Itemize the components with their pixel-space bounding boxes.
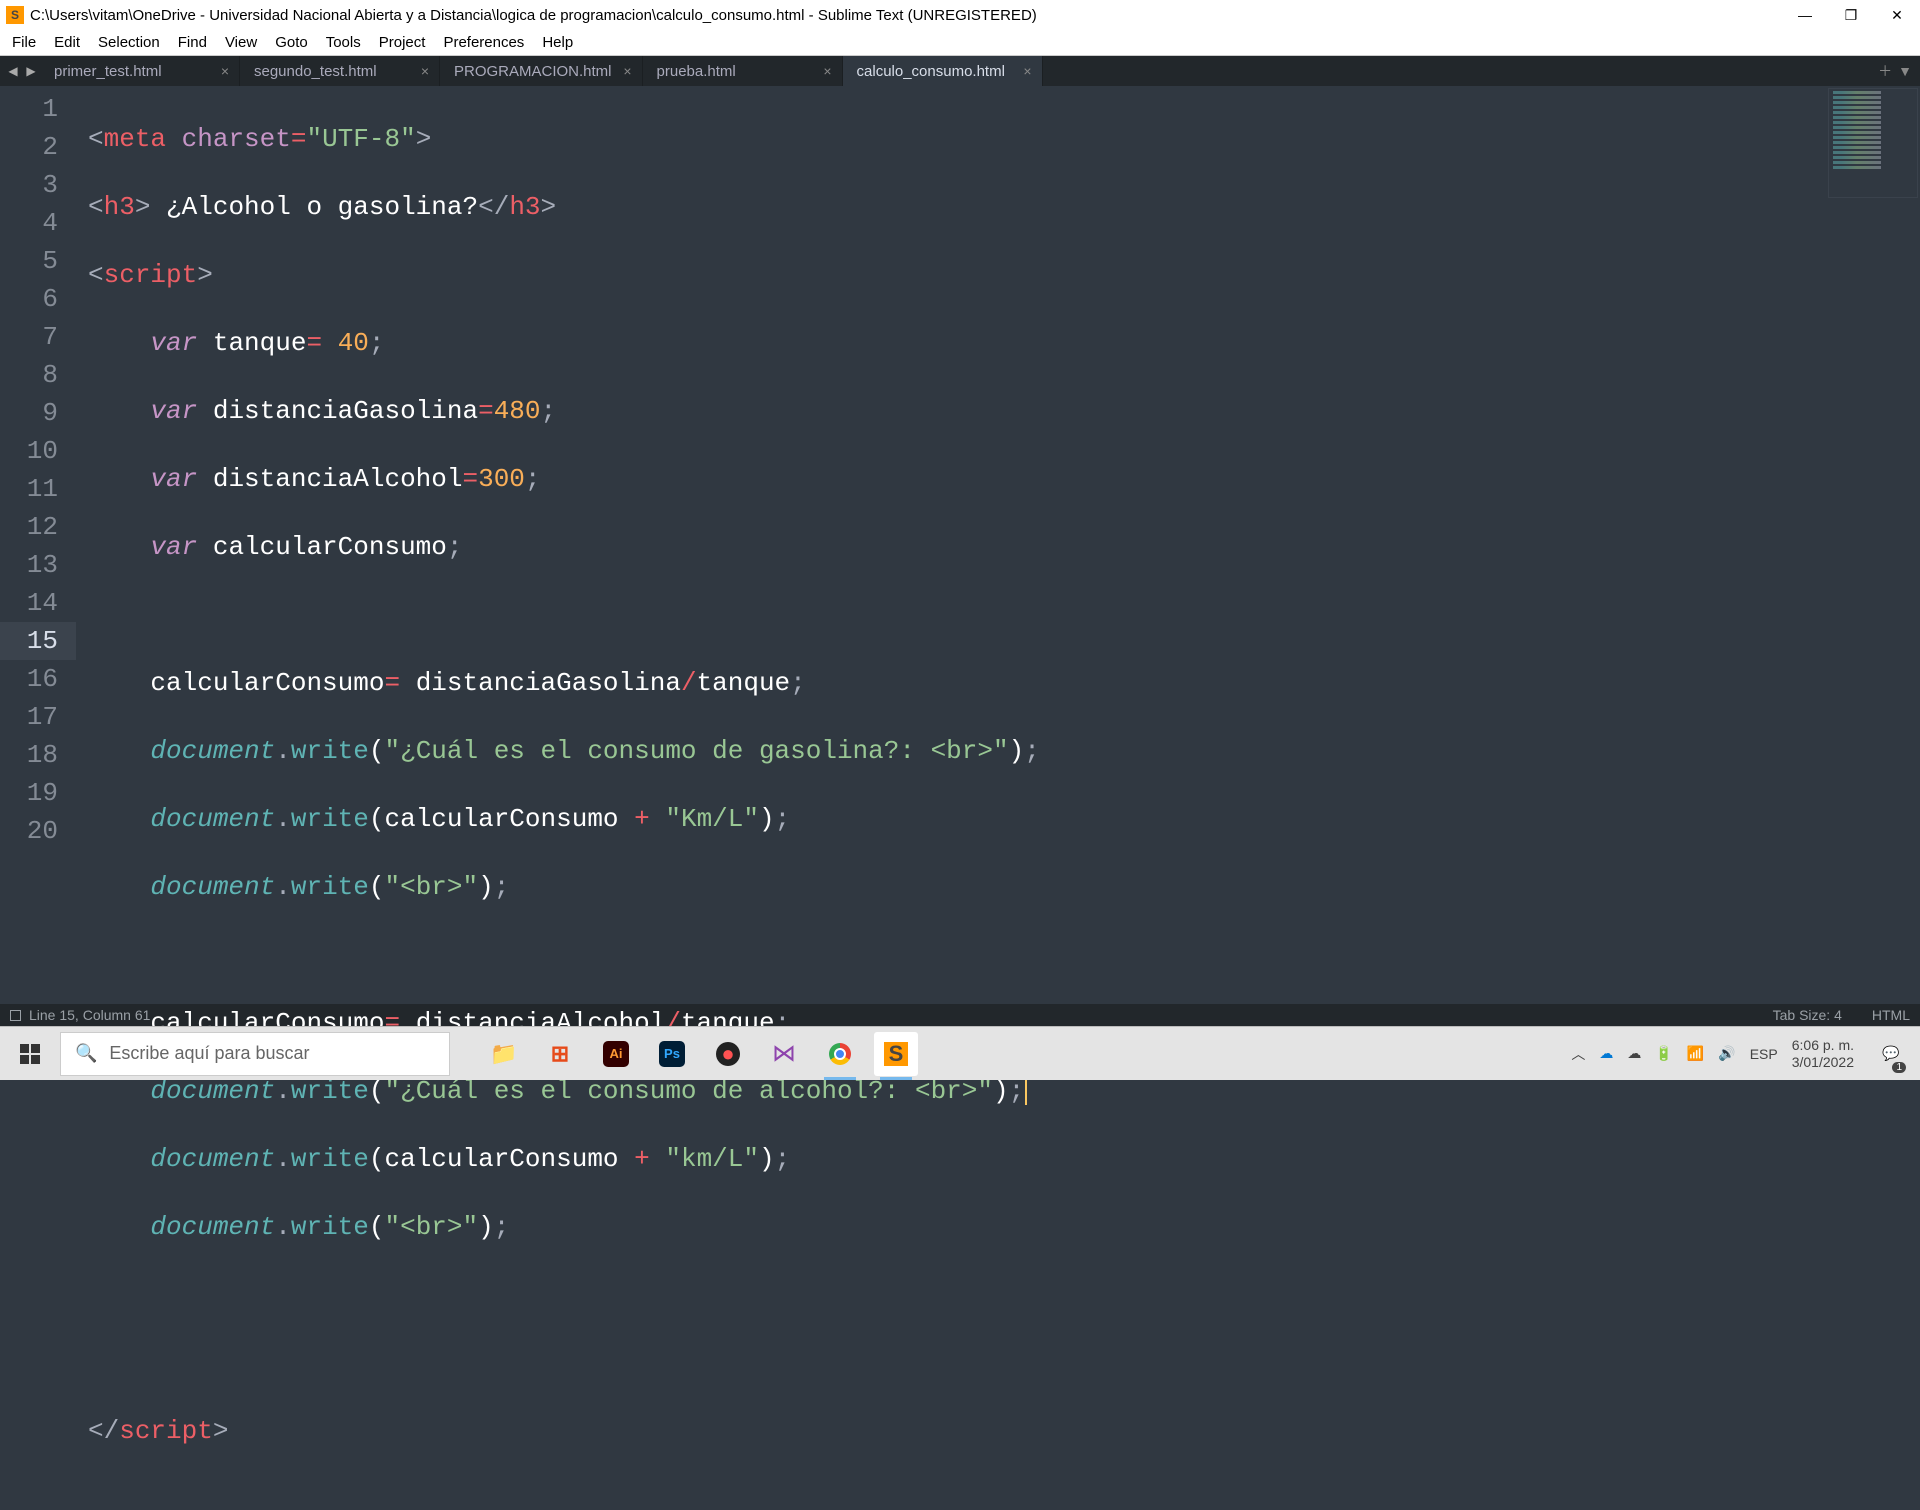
tab-bar: ◀ ▶ primer_test.html × segundo_test.html ×… [0, 56, 1920, 86]
editor-area[interactable]: 1234 5678 9101112 13141516 17181920 <met… [0, 86, 1920, 1004]
start-button[interactable] [2, 1027, 58, 1081]
window-titlebar: S C:\Users\vitam\OneDrive - Universidad … [0, 0, 1920, 30]
close-icon[interactable]: × [221, 63, 229, 79]
tab-prueba[interactable]: prueba.html × [643, 56, 843, 86]
tab-label: prueba.html [657, 63, 736, 80]
maximize-button[interactable]: ❐ [1828, 0, 1874, 30]
app-chrome[interactable] [818, 1032, 862, 1076]
tray-wifi-icon[interactable]: 📶 [1687, 1045, 1704, 1062]
new-tab-button[interactable]: ＋ [1878, 61, 1892, 81]
app-davinci[interactable]: ● [706, 1032, 750, 1076]
tab-nav-forward[interactable]: ▶ [22, 56, 40, 86]
tab-label: PROGRAMACION.html [454, 63, 612, 80]
line-number-gutter: 1234 5678 9101112 13141516 17181920 [0, 86, 76, 1004]
tray-clock[interactable]: 6:06 p. m. 3/01/2022 [1792, 1037, 1854, 1071]
app-icon: S [6, 6, 24, 24]
notification-badge: 1 [1892, 1062, 1906, 1073]
notification-icon: 💬 [1882, 1045, 1899, 1062]
search-placeholder: Escribe aquí para buscar [109, 1043, 309, 1064]
close-icon[interactable]: × [421, 63, 429, 79]
window-title: C:\Users\vitam\OneDrive - Universidad Na… [30, 7, 1782, 24]
search-icon: 🔍 [75, 1043, 97, 1064]
close-icon[interactable]: × [1023, 63, 1031, 79]
tab-label: primer_test.html [54, 63, 162, 80]
app-visual-studio[interactable]: ⋈ [762, 1032, 806, 1076]
minimize-button[interactable]: ― [1782, 0, 1828, 30]
close-icon[interactable]: × [823, 63, 831, 79]
menu-tools[interactable]: Tools [318, 32, 369, 53]
windows-taskbar: 🔍 Escribe aquí para buscar 📁 ⊞ Ai Ps ● ⋈… [0, 1026, 1920, 1080]
close-button[interactable]: ✕ [1874, 0, 1920, 30]
app-illustrator[interactable]: Ai [594, 1032, 638, 1076]
taskbar-apps: 📁 ⊞ Ai Ps ● ⋈ S [482, 1032, 918, 1076]
close-icon[interactable]: × [623, 63, 631, 79]
menu-view[interactable]: View [217, 32, 265, 53]
tray-battery-icon[interactable]: 🔋 [1655, 1045, 1672, 1062]
tab-programacion[interactable]: PROGRAMACION.html × [440, 56, 643, 86]
minimap[interactable] [1828, 88, 1918, 198]
tray-notifications[interactable]: 💬 1 [1868, 1027, 1914, 1081]
tab-menu-button[interactable]: ▼ [1898, 63, 1912, 79]
menu-find[interactable]: Find [170, 32, 215, 53]
menu-goto[interactable]: Goto [267, 32, 316, 53]
menu-project[interactable]: Project [371, 32, 434, 53]
menu-preferences[interactable]: Preferences [435, 32, 532, 53]
tray-volume-icon[interactable]: 🔊 [1718, 1045, 1735, 1062]
tray-weather-icon[interactable]: ☁ [1627, 1045, 1641, 1062]
app-office[interactable]: ⊞ [538, 1032, 582, 1076]
tab-segundo-test[interactable]: segundo_test.html × [240, 56, 440, 86]
code-content[interactable]: <meta charset="UTF-8"> <h3> ¿Alcohol o g… [76, 86, 1920, 1004]
menu-bar: File Edit Selection Find View Goto Tools… [0, 30, 1920, 56]
menu-selection[interactable]: Selection [90, 32, 168, 53]
tray-time: 6:06 p. m. [1792, 1037, 1854, 1054]
tray-language[interactable]: ESP [1750, 1046, 1778, 1062]
tab-label: segundo_test.html [254, 63, 377, 80]
menu-file[interactable]: File [4, 32, 44, 53]
tab-nav-back[interactable]: ◀ [4, 56, 22, 86]
menu-help[interactable]: Help [534, 32, 581, 53]
tab-primer-test[interactable]: primer_test.html × [40, 56, 240, 86]
system-tray: ︿ ☁ ☁ 🔋 📶 🔊 ESP 6:06 p. m. 3/01/2022 💬 1 [1571, 1027, 1920, 1081]
app-sublime-text[interactable]: S [874, 1032, 918, 1076]
menu-edit[interactable]: Edit [46, 32, 88, 53]
tray-onedrive-icon[interactable]: ☁ [1599, 1045, 1613, 1062]
tray-date: 3/01/2022 [1792, 1054, 1854, 1071]
taskbar-search[interactable]: 🔍 Escribe aquí para buscar [60, 1032, 450, 1076]
tab-label: calculo_consumo.html [857, 63, 1005, 80]
tray-chevron-icon[interactable]: ︿ [1571, 1044, 1585, 1064]
app-file-explorer[interactable]: 📁 [482, 1032, 526, 1076]
status-panel-icon[interactable] [10, 1010, 21, 1021]
tab-calculo-consumo[interactable]: calculo_consumo.html × [843, 56, 1043, 86]
app-photoshop[interactable]: Ps [650, 1032, 694, 1076]
